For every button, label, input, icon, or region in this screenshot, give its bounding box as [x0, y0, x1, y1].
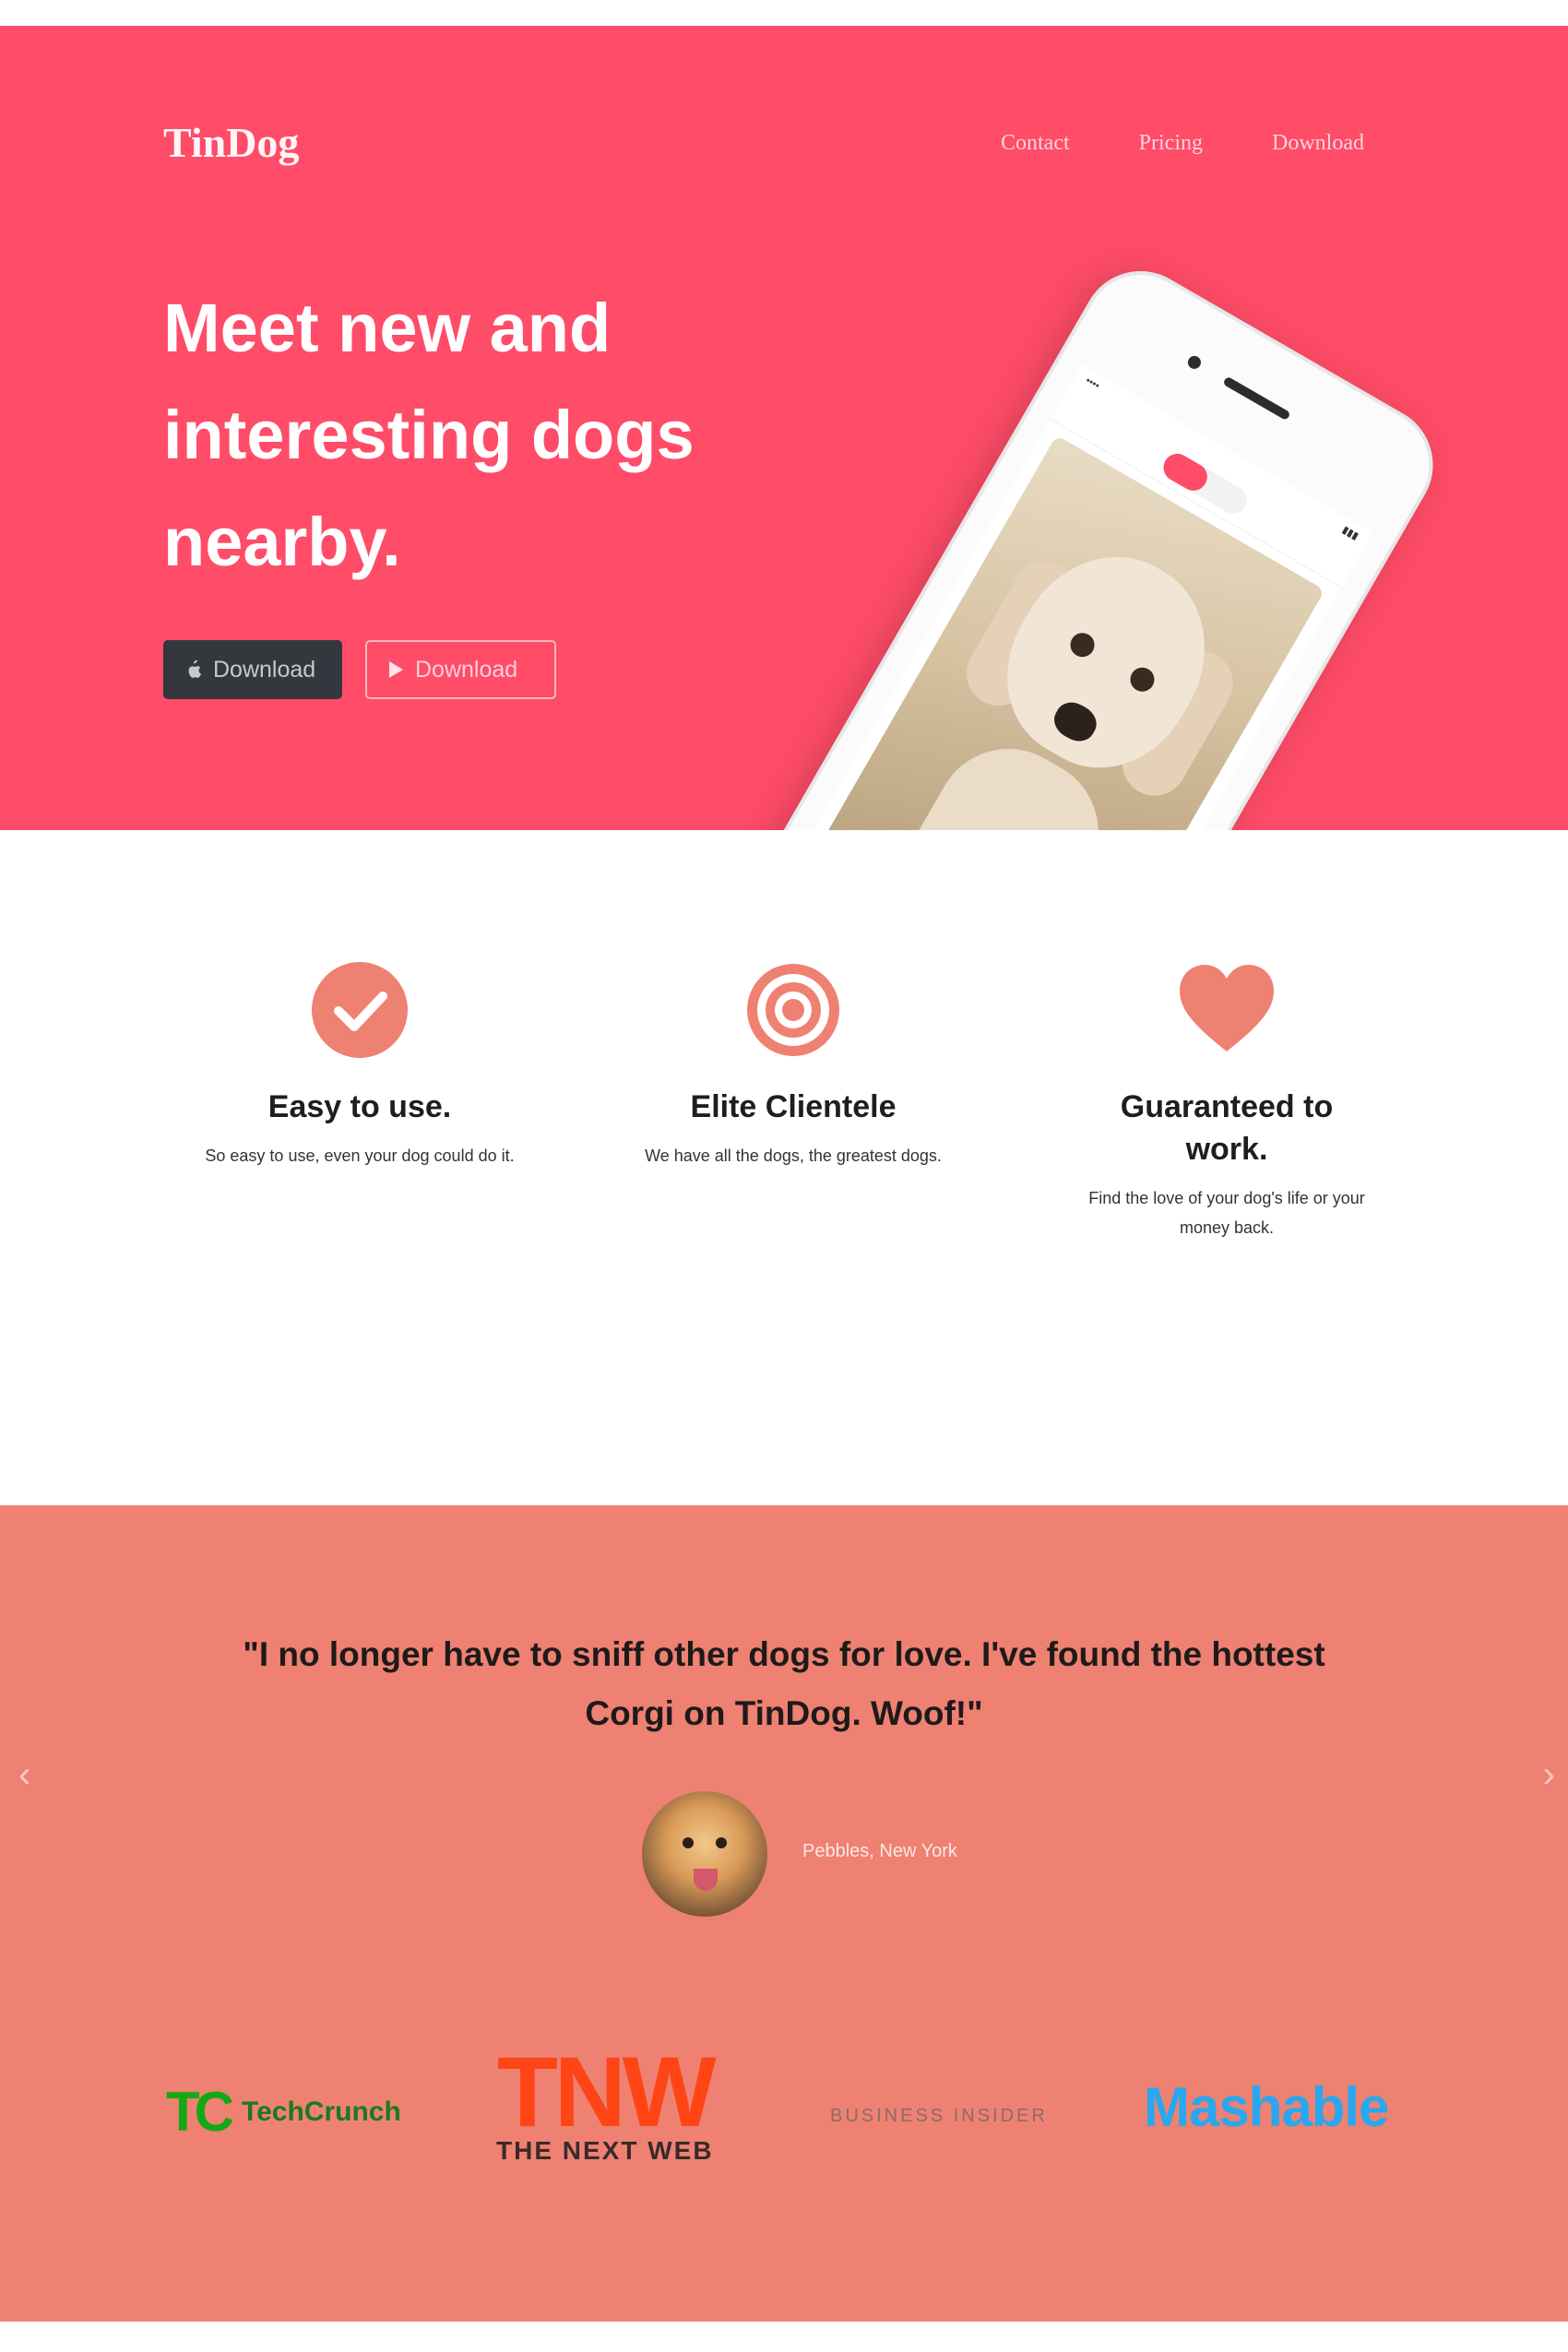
phone-screen: •••• ▮▮▮	[787, 364, 1373, 830]
techcrunch-mark: TC	[166, 2081, 234, 2143]
feature-elite: Elite Clientele We have all the dogs, th…	[636, 959, 950, 1170]
check-circle-icon	[312, 962, 408, 1058]
feature-easy: Easy to use. So easy to use, even your d…	[203, 959, 517, 1170]
feature-guaranteed: Guaranteed to work. Find the love of you…	[1070, 959, 1384, 1242]
mashable-logo: Mashable	[1144, 2076, 1389, 2138]
testimonial-section: ‹ › "I no longer have to sniff other dog…	[0, 1505, 1568, 2322]
feature-title: Guaranteed to work.	[1120, 1089, 1334, 1167]
brand-logo[interactable]: TinDog	[163, 118, 299, 167]
nav-download[interactable]: Download	[1272, 131, 1364, 156]
nav-contact[interactable]: Contact	[1001, 131, 1070, 156]
feature-title: Elite Clientele	[690, 1089, 897, 1124]
feature-title: Easy to use.	[267, 1089, 452, 1124]
testimonial-avatar	[642, 1791, 767, 1917]
hero-section: TinDog Contact Pricing Download Meet new…	[0, 26, 1568, 830]
download-apple-button[interactable]: Download	[163, 640, 342, 699]
techcrunch-word: TechCrunch	[241, 2096, 401, 2127]
phone-mockup: •••• ▮▮▮	[722, 249, 1455, 830]
phone-speaker	[1222, 375, 1291, 422]
top-nav: Contact Pricing Download	[1001, 131, 1364, 156]
bullseye-icon	[747, 964, 839, 1056]
feature-text: So easy to use, even your dog could do i…	[205, 1146, 515, 1165]
nav-pricing[interactable]: Pricing	[1139, 131, 1203, 156]
play-icon	[389, 661, 403, 678]
feature-text: Find the love of your dog's life or your…	[1088, 1189, 1365, 1237]
download-play-label: Download	[415, 656, 518, 683]
hero-headline: Meet new and interesting dogs nearby.	[163, 290, 695, 580]
techcrunch-logo: TC TechCrunch	[166, 2080, 401, 2144]
download-play-button[interactable]: Download	[365, 640, 556, 699]
feature-text: We have all the dogs, the greatest dogs.	[645, 1146, 942, 1165]
tnw-logo: TNW THE NEXT WEB	[496, 2036, 717, 2166]
download-apple-label: Download	[213, 656, 316, 683]
tnw-word: THE NEXT WEB	[496, 2136, 714, 2165]
carousel-next-icon[interactable]: ›	[1543, 1754, 1555, 1796]
phone-camera	[1185, 353, 1204, 372]
testimonial-quote: "I no longer have to sniff other dogs fo…	[243, 1635, 1325, 1732]
carousel-prev-icon[interactable]: ‹	[18, 1754, 30, 1796]
testimonial-author: Pebbles, New York	[802, 1841, 957, 1861]
business-insider-logo: BUSINESS INSIDER	[830, 2106, 1048, 2126]
apple-icon	[188, 659, 201, 679]
tnw-mark: TNW	[496, 2036, 717, 2147]
features-section: Easy to use. So easy to use, even your d…	[0, 959, 1568, 1328]
phone-body: •••• ▮▮▮	[722, 249, 1455, 830]
heart-icon	[1180, 965, 1274, 1051]
